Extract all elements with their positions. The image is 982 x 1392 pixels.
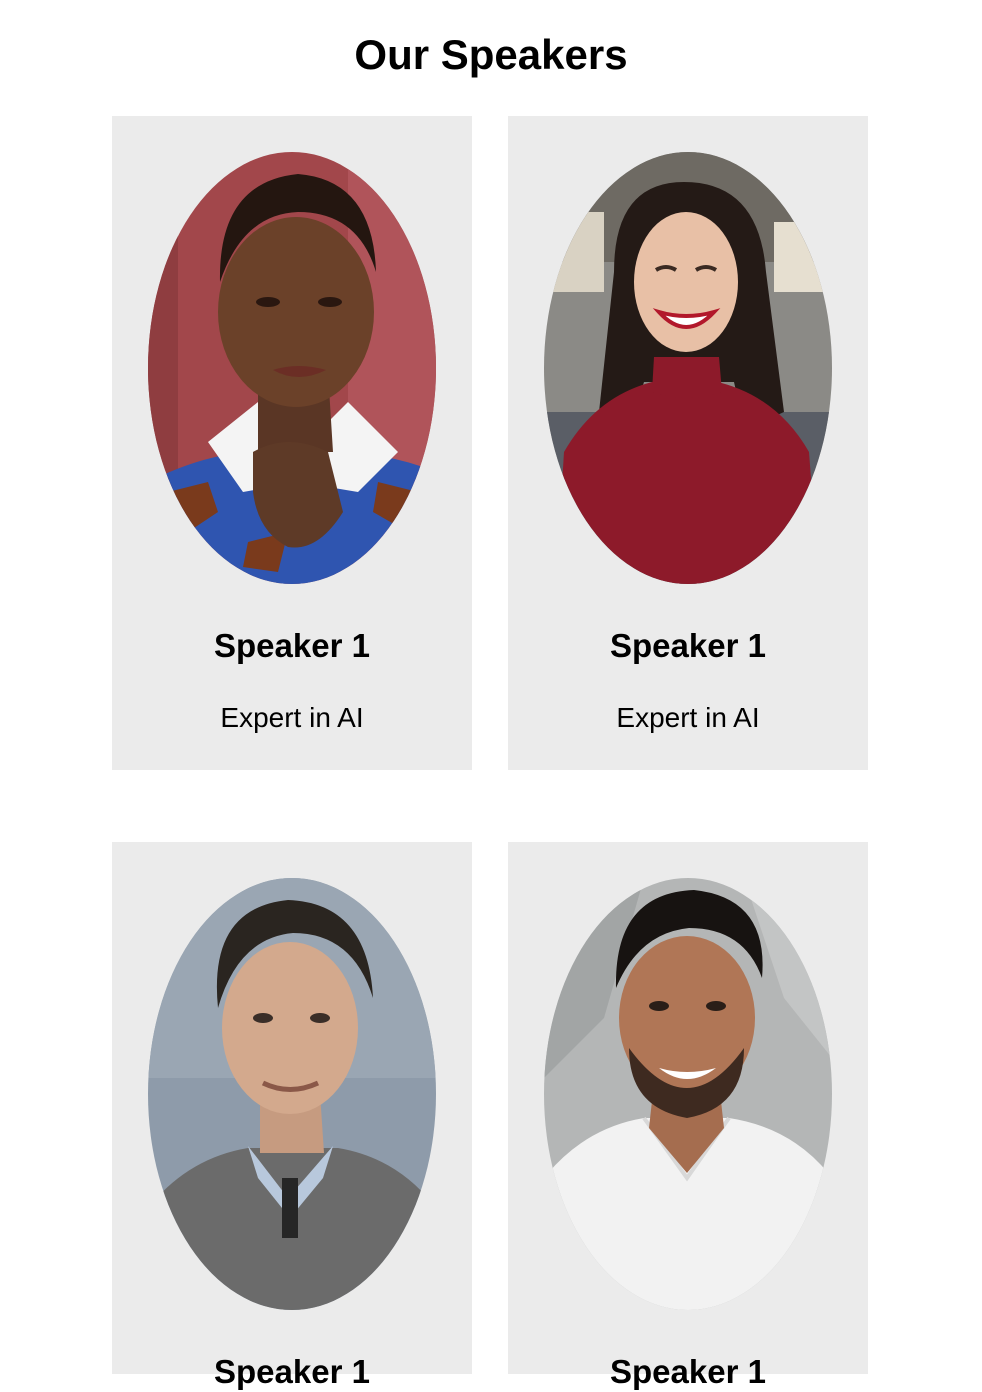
speaker-photo (544, 878, 832, 1310)
speaker-role: Expert in AI (220, 702, 364, 733)
speaker-card: Speaker 1 Expert in AI (508, 116, 868, 770)
speaker-portrait-image (148, 152, 436, 584)
speaker-photo (148, 878, 436, 1310)
page-title: Our Speakers (354, 31, 628, 78)
speaker-card: Speaker 1 (508, 842, 868, 1390)
speaker-card: Speaker 1 Expert in AI (112, 116, 472, 770)
speaker-role: Expert in AI (616, 702, 760, 733)
speaker-name: Speaker 1 (214, 1353, 370, 1390)
speaker-portrait-image (544, 152, 832, 584)
speaker-photo (148, 152, 436, 584)
speaker-portrait-image (148, 878, 436, 1310)
speaker-portrait-image (544, 878, 832, 1310)
speaker-card: Speaker 1 (112, 842, 472, 1390)
speaker-photo (544, 152, 832, 584)
speaker-name: Speaker 1 (610, 627, 766, 664)
speaker-name: Speaker 1 (214, 627, 370, 664)
speaker-name: Speaker 1 (610, 1353, 766, 1390)
